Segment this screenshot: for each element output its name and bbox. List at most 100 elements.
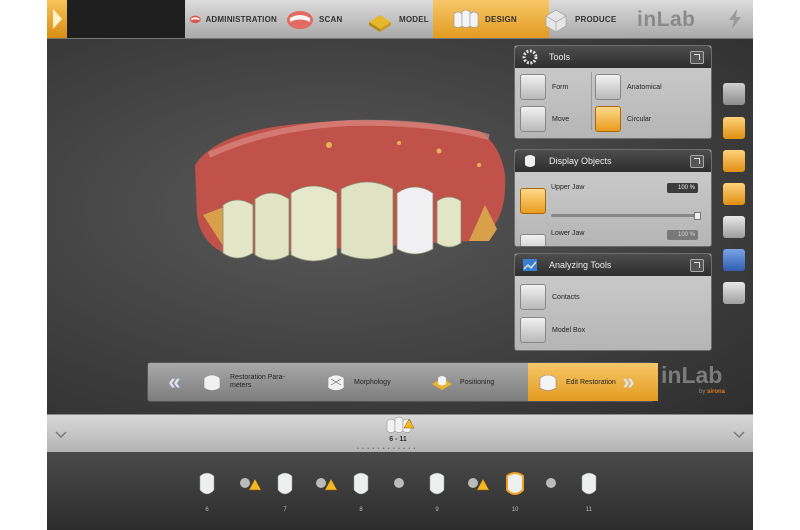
panel-title: Display Objects [549, 156, 612, 166]
pontic-warning-icon[interactable] [237, 471, 263, 499]
upper-jaw-opacity-value[interactable]: 100 % [667, 183, 698, 193]
nav-step-model[interactable]: MODEL [365, 0, 443, 38]
nav-step-design[interactable]: DESIGN [433, 0, 549, 38]
upper-jaw-model[interactable] [189, 105, 509, 275]
wizard-step-positioning[interactable]: Positioning [430, 363, 522, 401]
analyzing-tools-panel: Analyzing Tools Contacts Model Box [514, 253, 712, 351]
slider-handle[interactable] [694, 212, 701, 220]
tools-ring-toggle-icon[interactable] [723, 117, 745, 139]
model-box-tool-icon [520, 317, 546, 343]
model-box-icon [369, 15, 391, 32]
tooth-crown-selected-icon[interactable] [503, 471, 527, 499]
tool-contacts[interactable]: Contacts [520, 284, 580, 310]
back-button[interactable] [47, 0, 67, 38]
pontic-icon[interactable] [389, 471, 409, 499]
lower-jaw-toggle-icon[interactable] [520, 234, 546, 246]
by-label: by [699, 389, 706, 395]
pontic-warning-icon[interactable] [465, 471, 491, 499]
lower-jaw-opacity-value[interactable]: 100 % [667, 230, 698, 240]
tools-ring-icon [522, 49, 538, 65]
tool-circular[interactable]: Circular [595, 106, 651, 132]
wizard-step-label-line-1: Restoration Para- [230, 374, 285, 381]
pin-panel-icon[interactable] [690, 259, 704, 272]
positioning-block-icon [432, 376, 452, 390]
chevron-down-icon[interactable] [733, 431, 745, 439]
milling-block-icon [545, 9, 567, 32]
wizard-step-label: Morphology [354, 378, 391, 386]
scan-model-icon [287, 11, 313, 29]
edit-crown-icon [539, 374, 557, 391]
crown-icon [203, 374, 221, 391]
pontic-warning-icon[interactable] [313, 471, 339, 499]
top-navigation: ADMINISTRATION SCAN MODEL DESIGN PRODUCE… [47, 0, 753, 39]
inlab-app: ADMINISTRATION SCAN MODEL DESIGN PRODUCE… [47, 0, 753, 530]
book-help-icon[interactable] [723, 282, 745, 304]
brand-logo: inLab [637, 8, 696, 31]
nav-step-label: DESIGN [485, 14, 517, 24]
wizard-previous-button[interactable]: « [152, 367, 192, 397]
nav-step-label: ADMINISTRATION [205, 14, 277, 24]
upper-jaw-opacity-slider[interactable] [551, 212, 701, 220]
tool-label: Model Box [552, 326, 586, 334]
tool-form[interactable]: Form [520, 74, 568, 100]
pin-panel-icon[interactable] [690, 51, 704, 64]
chevron-down-icon[interactable] [55, 431, 67, 439]
wizard-step-morphology[interactable]: Morphology [324, 363, 420, 401]
upper-jaw-label: Upper Jaw [551, 184, 585, 191]
morphology-crown-icon [327, 374, 345, 391]
tool-model-box[interactable]: Model Box [520, 317, 585, 343]
analyzing-tools-toggle-icon[interactable] [723, 183, 745, 205]
tooth-library-icon[interactable] [723, 216, 745, 238]
tooth-crown-icon[interactable] [275, 471, 295, 499]
wizard-step-restoration-parameters[interactable]: Restoration Para-meters [200, 363, 312, 401]
form-tool-icon [520, 74, 546, 100]
wizard-step-label: Restoration Para-meters [230, 374, 285, 390]
tool-move[interactable]: Move [520, 106, 569, 132]
design-wizard: « Restoration Para-meters Morphology Pos… [147, 362, 658, 402]
tools-panel-header[interactable]: Tools [515, 46, 711, 68]
tooth-number: 7 [283, 507, 287, 513]
tool-label: Move [552, 115, 570, 123]
person-settings-icon[interactable] [723, 249, 745, 271]
display-objects-panel: Display Objects Upper Jaw 100 % Lower Ja… [514, 149, 712, 247]
tool-anatomical[interactable]: Anatomical [595, 74, 662, 100]
teeth-selection-bar: 6 7 8 9 10 11 [47, 452, 753, 530]
tool-label: Form [552, 83, 569, 91]
circular-tool-icon [595, 106, 621, 132]
bridge-group-icon[interactable] [385, 415, 419, 435]
pontic-icon[interactable] [541, 471, 561, 499]
display-objects-header[interactable]: Display Objects [515, 150, 711, 172]
cube-view-icon[interactable] [723, 83, 745, 105]
anatomical-tool-icon [595, 74, 621, 100]
nav-step-scan[interactable]: SCAN [285, 0, 357, 38]
nav-step-administration[interactable]: ADMINISTRATION [189, 0, 277, 38]
info-display [67, 0, 185, 38]
tools-grid: Form Anatomical Move Circular [515, 68, 711, 134]
nav-step-label: SCAN [319, 14, 343, 24]
tooth-number: 6 [205, 507, 209, 513]
display-objects-toggle-icon[interactable] [723, 150, 745, 172]
display-objects-list: Upper Jaw 100 % Lower Jaw 100 % [515, 172, 711, 246]
brand-logo-large: inLab [661, 362, 723, 388]
tooth-crown-icon[interactable] [579, 471, 599, 499]
pin-panel-icon[interactable] [690, 155, 704, 168]
manufacturer-logo: by sirona [699, 389, 725, 395]
analyzing-tools-header[interactable]: Analyzing Tools [515, 254, 711, 276]
manufacturer-name: sirona [707, 389, 726, 395]
tooth-crown-icon[interactable] [197, 471, 217, 499]
panel-title: Tools [549, 52, 571, 62]
nav-step-produce[interactable]: PRODUCE [541, 0, 627, 38]
selection-range-label: 6 - 11 [389, 436, 407, 443]
analysis-chart-icon [523, 259, 537, 271]
tooth-crown-icon[interactable] [351, 471, 371, 499]
lightning-icon[interactable] [725, 8, 745, 30]
tool-label: Contacts [552, 293, 580, 301]
wizard-next-button[interactable]: » [606, 367, 646, 397]
tooth-number: 8 [359, 507, 363, 513]
tooth-crown-icon[interactable] [427, 471, 447, 499]
upper-jaw-toggle-icon[interactable] [520, 188, 546, 214]
restoration-selection-strip: 6 - 11 • • • • • • • • • • • • [47, 414, 753, 453]
tooth-display-icon [525, 155, 535, 167]
tooth-number: 11 [585, 507, 593, 513]
move-tool-icon [520, 106, 546, 132]
